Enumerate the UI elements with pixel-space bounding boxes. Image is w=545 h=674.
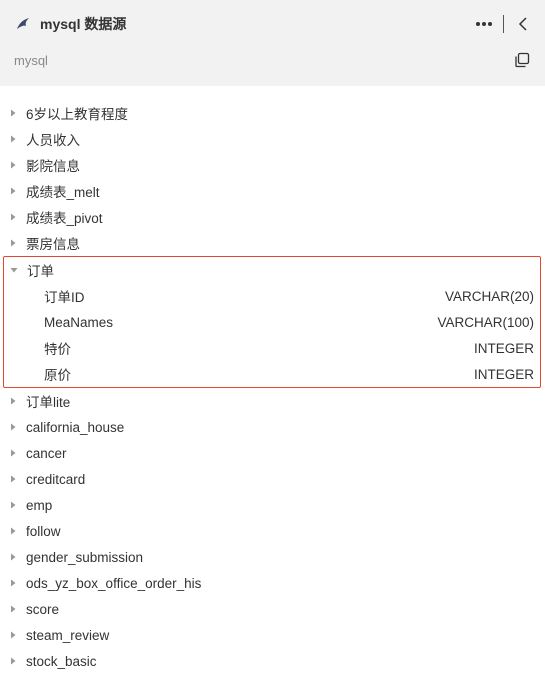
tree-item[interactable]: 订单lite [0, 388, 545, 414]
tree-item[interactable]: 成绩表_pivot [0, 204, 545, 230]
caret-right-icon[interactable] [0, 527, 26, 535]
field-type: INTEGER [473, 340, 534, 356]
caret-right-icon[interactable] [0, 423, 26, 431]
table-name: 影院信息 [26, 159, 80, 174]
tree-item[interactable]: creditcard [0, 466, 545, 492]
subtitle-row: mysql [14, 48, 531, 72]
chevron-left-icon[interactable] [515, 13, 531, 35]
copy-icon[interactable] [513, 51, 531, 69]
caret-right-icon[interactable] [0, 397, 26, 405]
tree-item[interactable]: follow [0, 518, 545, 544]
table-tree: 6岁以上教育程度 人员收入影院信息成绩表_melt 成绩表_pivot 票房信息 订单… [0, 100, 545, 674]
tree-item[interactable]: 成绩表_melt [0, 178, 545, 204]
caret-right-icon[interactable] [0, 657, 26, 665]
table-list-after: 订单lite california_housecancer creditcard em… [0, 388, 545, 674]
field-row[interactable]: MeaNames VARCHAR(100) [4, 309, 540, 335]
datasource-subtitle: mysql [14, 52, 48, 68]
tree-item[interactable]: steam_review [0, 622, 545, 648]
caret-right-icon[interactable] [0, 553, 26, 561]
field-type: INTEGER [473, 366, 534, 382]
table-name: ods_yz_box_office_order_his [26, 575, 202, 591]
field-type: VARCHAR(20) [444, 288, 534, 304]
field-row[interactable]: 订单ID VARCHAR(20) [4, 283, 540, 309]
table-name: 人员收入 [26, 133, 80, 148]
caret-right-icon[interactable] [0, 631, 26, 639]
field-list: 订单ID VARCHAR(20) MeaNames VARCHAR(100) 特价 INT… [4, 283, 540, 387]
table-name: 成绩表_pivot [26, 211, 103, 226]
table-name: california_house [26, 419, 125, 435]
table-name: 票房信息 [26, 237, 80, 252]
caret-right-icon[interactable] [0, 161, 26, 169]
expanded-table-group: 订单 订单ID VARCHAR(20) MeaNames VARCHAR(100) 特价… [3, 256, 541, 388]
table-name: 订单lite [26, 395, 71, 410]
table-name: cancer [26, 445, 67, 461]
caret-right-icon[interactable] [0, 213, 26, 221]
tree-item[interactable]: 人员收入 [0, 126, 545, 152]
caret-right-icon[interactable] [0, 109, 26, 117]
caret-right-icon[interactable] [0, 579, 26, 587]
table-name: gender_submission [26, 549, 144, 565]
tree-item[interactable]: score [0, 596, 545, 622]
tree-item[interactable]: 影院信息 [0, 152, 545, 178]
field-name: 原价 [44, 368, 71, 383]
tree-item[interactable]: gender_submission [0, 544, 545, 570]
table-name: 成绩表_melt [26, 185, 100, 200]
table-name: score [26, 601, 60, 617]
caret-right-icon[interactable] [0, 605, 26, 613]
more-dots-icon[interactable] [473, 13, 495, 35]
caret-right-icon[interactable] [0, 187, 26, 195]
caret-right-icon[interactable] [0, 239, 26, 247]
table-name: stock_basic [26, 653, 97, 669]
table-list-before: 6岁以上教育程度 人员收入影院信息成绩表_melt 成绩表_pivot 票房信息 [0, 100, 545, 256]
tree-item[interactable]: 6岁以上教育程度 [0, 100, 545, 126]
title-row: mysql 数据源 [14, 10, 531, 38]
field-name: 订单ID [44, 290, 85, 305]
tree-item-expanded[interactable]: 订单 [1, 257, 540, 283]
dolphin-icon [14, 15, 32, 33]
caret-right-icon[interactable] [0, 475, 26, 483]
table-name: follow [26, 523, 61, 539]
table-name: 订单 [27, 264, 54, 279]
field-type: VARCHAR(100) [437, 314, 534, 330]
caret-right-icon[interactable] [0, 501, 26, 509]
tree-item[interactable]: 票房信息 [0, 230, 545, 256]
datasource-title: mysql 数据源 [40, 16, 127, 32]
field-name: 特价 [44, 342, 71, 357]
table-name: steam_review [26, 627, 110, 643]
tree-item[interactable]: stock_basic [0, 648, 545, 674]
field-row[interactable]: 特价 INTEGER [4, 335, 540, 361]
field-row[interactable]: 原价 INTEGER [4, 361, 540, 387]
datasource-header: mysql 数据源 mysql [0, 0, 545, 86]
tree-item[interactable]: ods_yz_box_office_order_his [0, 570, 545, 596]
table-name: emp [26, 497, 53, 513]
caret-right-icon[interactable] [0, 135, 26, 143]
tree-item[interactable]: cancer [0, 440, 545, 466]
table-name: creditcard [26, 471, 86, 487]
header-actions [473, 13, 531, 35]
caret-right-icon[interactable] [0, 449, 26, 457]
table-name: 6岁以上教育程度 [26, 107, 129, 122]
header-divider [503, 15, 504, 33]
tree-item[interactable]: emp [0, 492, 545, 518]
caret-down-icon[interactable] [1, 266, 27, 274]
field-name: MeaNames [44, 314, 114, 330]
tree-item[interactable]: california_house [0, 414, 545, 440]
